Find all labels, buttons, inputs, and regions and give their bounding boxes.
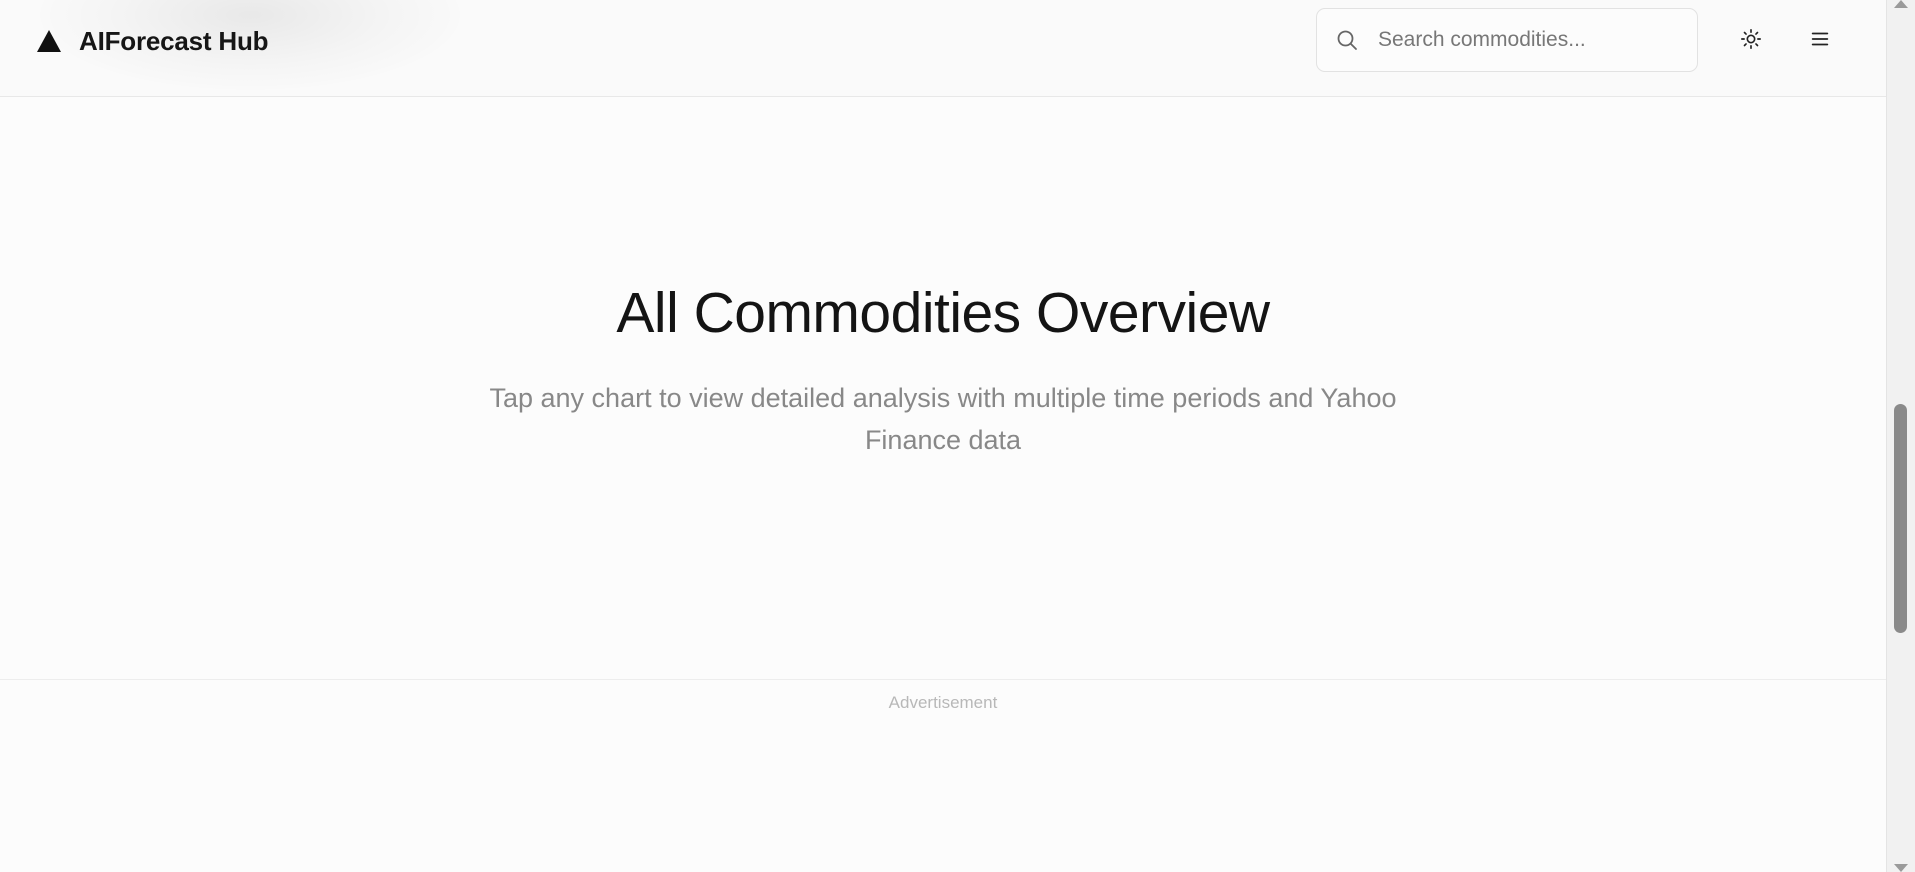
search-icon <box>1334 27 1360 53</box>
vertical-scrollbar[interactable] <box>1886 0 1915 872</box>
scroll-down-arrow-icon[interactable] <box>1894 864 1908 872</box>
hamburger-menu-icon <box>1809 28 1831 55</box>
scroll-up-arrow-icon[interactable] <box>1894 0 1908 8</box>
browser-viewport: AIForecast Hub Search commodities... All… <box>0 0 1886 872</box>
menu-button[interactable] <box>1799 20 1841 62</box>
page-subtitle: Tap any chart to view detailed analysis … <box>489 383 1397 455</box>
search-box[interactable] <box>1316 8 1698 72</box>
search-input[interactable] <box>1378 28 1678 52</box>
scrollbar-thumb[interactable] <box>1894 404 1907 633</box>
advertisement-divider <box>0 679 1886 680</box>
sun-icon <box>1740 28 1762 55</box>
theme-toggle-button[interactable] <box>1730 20 1772 62</box>
page-title: All Commodities Overview <box>616 281 1270 345</box>
brand-name: AIForecast Hub <box>79 25 269 56</box>
top-navigation-bar: AIForecast Hub <box>0 0 1886 97</box>
brand-home-link[interactable]: AIForecast Hub <box>36 24 269 58</box>
page: AIForecast Hub Search commodities... All… <box>0 0 1915 872</box>
overview-hero-section: All Commodities Overview Tap any chart t… <box>0 97 1886 679</box>
triangle-logo-icon <box>36 29 62 53</box>
advertisement-label: Advertisement <box>888 693 998 712</box>
